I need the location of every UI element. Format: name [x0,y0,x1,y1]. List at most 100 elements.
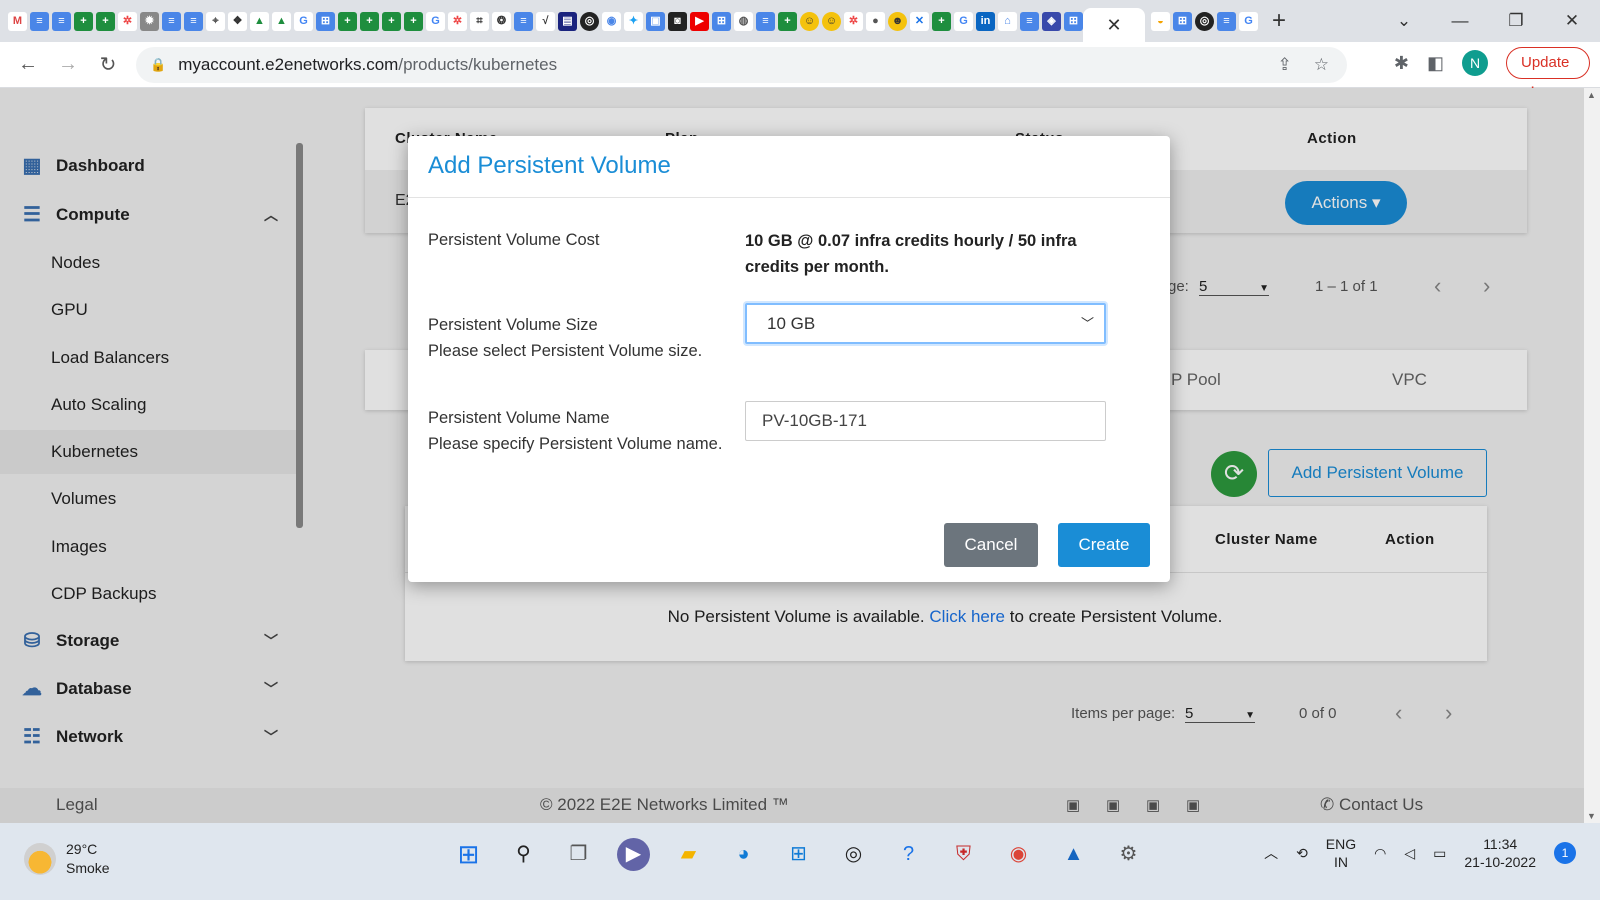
app-icon[interactable]: ◒ [1151,11,1170,31]
page-scrollbar[interactable]: ▲ ▼ [1584,88,1600,823]
youtube-icon[interactable]: ▶ [690,11,709,31]
sheets-icon[interactable]: + [382,11,401,31]
forward-icon[interactable]: → [48,53,88,76]
google-icon[interactable]: G [1239,11,1258,31]
linkedin-icon[interactable]: in [976,11,995,31]
google-icon[interactable]: G [294,11,313,31]
gear-icon[interactable]: ✹ [140,11,159,31]
app-icon[interactable]: ◎ [1195,11,1214,31]
app-icon[interactable]: ◈ [1042,11,1061,31]
sheets-icon[interactable]: + [96,11,115,31]
restore-icon[interactable]: ❐ [1488,11,1544,31]
pinwheel-icon[interactable]: ✲ [118,11,137,31]
minimize-icon[interactable]: — [1432,11,1488,31]
pinwheel-icon[interactable]: ✲ [844,11,863,31]
windows-start-icon[interactable]: ⊞ [452,838,485,871]
extensions-icon[interactable]: ✱ [1394,53,1409,74]
sheets-icon[interactable]: + [338,11,357,31]
app-icon[interactable]: ◙ [668,11,687,31]
docs-icon[interactable]: ≡ [514,11,533,31]
google-icon[interactable]: G [954,11,973,31]
sheets-icon[interactable]: + [932,11,951,31]
close-window-icon[interactable]: ✕ [1544,11,1600,31]
file-explorer-icon[interactable]: ▰ [672,838,705,871]
grid-icon[interactable]: ⊞ [1173,11,1192,31]
mcafee-icon[interactable]: ⛨ [947,838,980,871]
drive-icon[interactable]: ▲ [272,11,291,31]
sync-icon[interactable]: ⟲ [1296,845,1308,862]
address-bar[interactable]: 🔒 myaccount.e2enetworks.com/products/kub… [136,47,1347,83]
weather-widget[interactable]: 29°C Smoke [24,840,110,878]
app-icon[interactable]: ◎ [580,11,599,31]
tab-favicons-after[interactable]: ◒ ⊞ ◎ ≡ G [1145,0,1258,42]
grid-icon[interactable]: ⊞ [1064,11,1083,31]
docs-icon[interactable]: ≡ [30,11,49,31]
side-panel-icon[interactable]: ◧ [1427,53,1444,74]
volume-size-select[interactable]: 10 GB ﹀ [745,303,1106,344]
close-tab-icon[interactable]: ✕ [1106,15,1121,36]
lock-icon[interactable]: 🔒 [150,57,166,73]
update-button[interactable]: Update ⋮ [1506,47,1590,101]
share-icon[interactable]: ⇪ [1278,55,1292,75]
volume-name-input[interactable] [745,401,1106,441]
cancel-button[interactable]: Cancel [944,523,1038,567]
battery-icon[interactable]: ▭ [1433,845,1446,862]
chrome-icon[interactable]: ◉ [1002,838,1035,871]
tab-search-icon[interactable]: ⌄ [1376,11,1432,31]
back-icon[interactable]: ← [8,53,48,76]
chat-icon[interactable]: ▶ [617,838,650,871]
create-button[interactable]: Create [1058,523,1150,567]
grid-icon[interactable]: ⊞ [712,11,731,31]
scroll-up-icon[interactable]: ▲ [1587,90,1596,100]
edge-icon[interactable]: ◕ [727,838,760,871]
photos-icon[interactable]: ▲ [1057,838,1090,871]
google-icon[interactable]: G [426,11,445,31]
app-icon[interactable]: ▤ [558,11,577,31]
docs-icon[interactable]: ≡ [184,11,203,31]
docs-icon[interactable]: ≡ [1020,11,1039,31]
docs-icon[interactable]: ≡ [52,11,71,31]
app-icon[interactable]: ✕ [910,11,929,31]
docs-icon[interactable]: ≡ [162,11,181,31]
reload-icon[interactable]: ↻ [88,52,128,77]
search-icon[interactable]: ⚲ [507,838,540,871]
app-icon[interactable]: ▣ [646,11,665,31]
pinwheel-icon[interactable]: ✲ [448,11,467,31]
app-icon[interactable]: ☺ [800,11,819,31]
scroll-down-icon[interactable]: ▼ [1587,811,1596,821]
volume-icon[interactable]: ◁ [1404,845,1415,862]
task-view-icon[interactable]: ❐ [562,838,595,871]
new-tab-button[interactable]: + [1272,7,1286,35]
sheets-icon[interactable]: + [778,11,797,31]
apple-icon[interactable]: ● [866,11,885,31]
openai-icon[interactable]: ❂ [492,11,511,31]
notification-badge[interactable]: 1 [1554,842,1576,864]
app-icon[interactable]: √ [536,11,555,31]
help-icon[interactable]: ? [892,838,925,871]
settings-icon[interactable]: ⚙ [1112,838,1145,871]
wifi-icon[interactable]: ◠ [1374,845,1386,862]
grid-icon[interactable]: ⊞ [316,11,335,31]
app-icon[interactable]: ❖ [228,11,247,31]
active-tab[interactable]: ✕ [1083,8,1145,42]
app-icon[interactable]: ☻ [888,11,907,31]
docs-icon[interactable]: ≡ [756,11,775,31]
app-icon[interactable]: ◉ [602,11,621,31]
sheets-icon[interactable]: + [74,11,93,31]
clock[interactable]: 11:34 21-10-2022 [1464,835,1536,871]
app-icon[interactable]: ☺ [822,11,841,31]
globe-icon[interactable]: ◍ [734,11,753,31]
twitter-icon[interactable]: ✦ [624,11,643,31]
drive-icon[interactable]: ▲ [250,11,269,31]
gmail-icon[interactable]: M [8,11,27,31]
bookmark-star-icon[interactable]: ☆ [1314,55,1329,75]
app-icon[interactable]: ◎ [837,838,870,871]
chevron-up-icon[interactable]: ︿ [1264,843,1278,863]
app-icon[interactable]: ⌂ [998,11,1017,31]
sheets-icon[interactable]: + [404,11,423,31]
app-icon[interactable]: ⌗ [470,11,489,31]
app-icon[interactable]: ⌖ [206,11,225,31]
profile-avatar[interactable]: N [1462,50,1488,76]
store-icon[interactable]: ⊞ [782,838,815,871]
sheets-icon[interactable]: + [360,11,379,31]
